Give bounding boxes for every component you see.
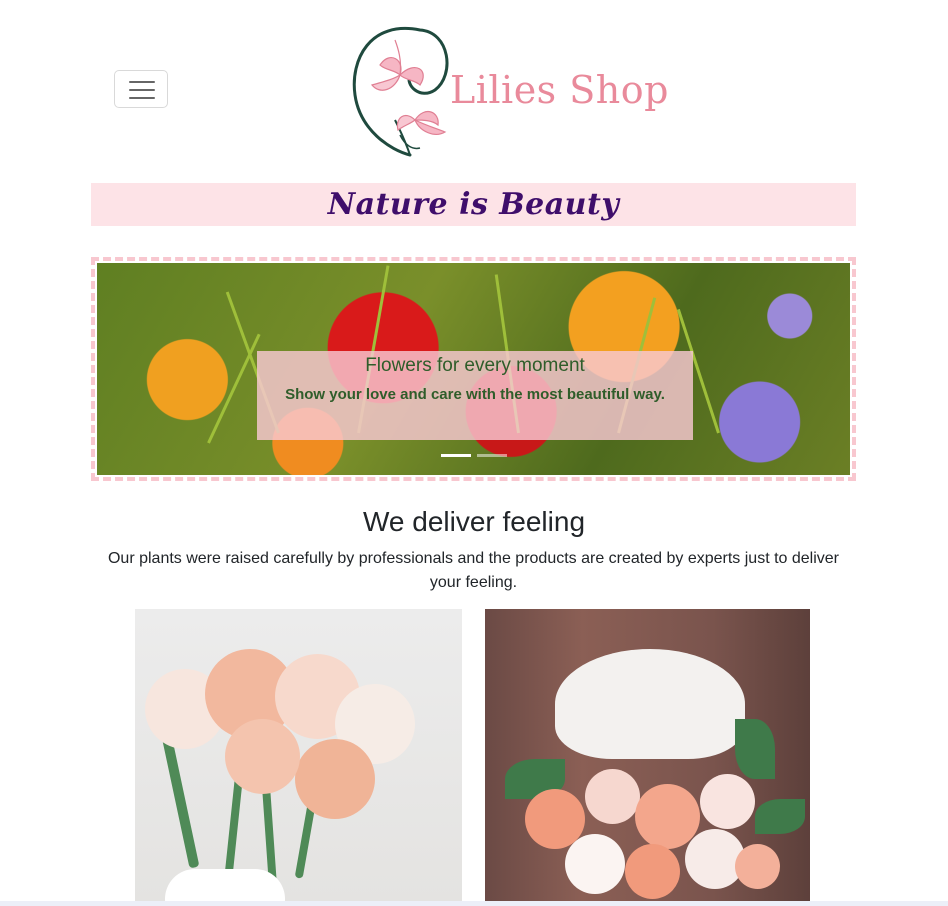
section-description: Our plants were raised carefully by prof… <box>107 550 840 591</box>
bridal-bouquet-image <box>485 609 810 902</box>
hero-carousel[interactable]: Flowers for every moment Show your love … <box>91 257 856 481</box>
carousel-indicators <box>441 454 511 457</box>
caption-text: Show your love and care with the most be… <box>285 386 665 403</box>
carousel-indicator-1[interactable] <box>441 454 471 457</box>
site-logo[interactable]: Lilies Shop <box>350 20 668 160</box>
page-bottom-edge <box>0 901 948 906</box>
carousel-caption: Flowers for every moment Show your love … <box>257 351 693 440</box>
tagline: Nature is Beauty <box>327 187 620 222</box>
tagline-banner: Nature is Beauty <box>91 183 856 226</box>
caption-title: Flowers for every moment <box>365 355 585 376</box>
navbar-toggle-button[interactable] <box>114 70 168 108</box>
logo-text: Lilies Shop <box>450 68 669 112</box>
section-heading: We deliver feeling <box>362 506 586 537</box>
carousel-indicator-2[interactable] <box>477 454 507 457</box>
carnations-bouquet-image <box>135 609 462 902</box>
menu-icon <box>129 81 155 99</box>
